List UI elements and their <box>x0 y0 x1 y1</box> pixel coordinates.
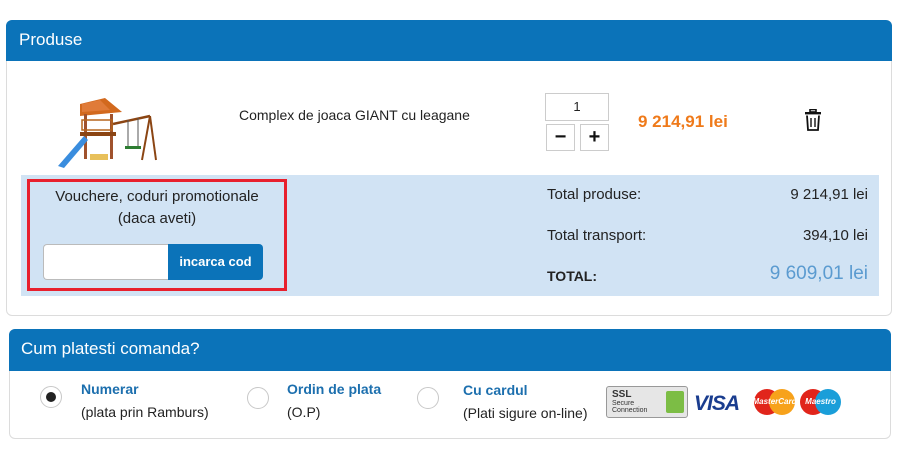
mastercard-label: MasterCard <box>752 397 797 406</box>
order-summary: Vouchere, coduri promotionale (daca avet… <box>21 175 879 296</box>
total-products-label: Total produse: <box>547 186 642 203</box>
visa-logo: VISA <box>694 392 740 415</box>
mastercard-logo: MasterCard <box>752 388 797 416</box>
voucher-section: Vouchere, coduri promotionale (daca avet… <box>27 179 287 291</box>
payment-radio-numerar[interactable] <box>40 386 62 408</box>
voucher-title: Vouchere, coduri promotionale (daca avet… <box>30 186 284 230</box>
total-transport-label: Total transport: <box>547 227 647 244</box>
payment-option-card-title[interactable]: Cu cardul <box>463 382 528 398</box>
load-code-button[interactable]: incarca cod <box>168 244 263 280</box>
products-header-title: Produse <box>19 30 83 49</box>
payment-option-ordin-subtitle: (O.P) <box>287 404 321 420</box>
products-header: Produse <box>6 20 892 61</box>
quantity-input[interactable]: 1 <box>545 93 609 121</box>
quantity-increase-button[interactable]: + <box>580 124 609 151</box>
products-panel: Produse Complex de joaca GIANT cu leagan… <box>6 20 892 316</box>
trash-icon[interactable] <box>804 109 822 131</box>
total-products-value: 9 214,91 lei <box>790 186 868 203</box>
payment-header-title: Cum platesti comanda? <box>21 339 200 358</box>
total-transport-value: 394,10 lei <box>802 227 868 244</box>
playground-set-image[interactable] <box>50 94 160 174</box>
voucher-title-line2: (daca aveti) <box>117 210 197 227</box>
payment-option-ordin-title[interactable]: Ordin de plata <box>287 381 381 397</box>
voucher-code-input[interactable] <box>43 244 168 280</box>
payment-radio-card[interactable] <box>417 387 439 409</box>
quantity-decrease-button[interactable]: − <box>546 124 575 151</box>
maestro-label: Maestro <box>805 397 836 406</box>
grand-total-label: TOTAL: <box>547 268 598 284</box>
payment-header: Cum platesti comanda? <box>9 329 891 371</box>
maestro-logo: Maestro <box>798 388 843 416</box>
voucher-title-line1: Vouchere, coduri promotionale <box>55 188 259 205</box>
payment-option-card-subtitle: (Plati sigure on-line) <box>463 405 588 421</box>
ssl-secure-badge: SSL Secure Connection <box>606 386 688 418</box>
payment-panel: Cum platesti comanda? Numerar (plata pri… <box>9 329 891 439</box>
product-price: 9 214,91 lei <box>638 112 728 131</box>
payment-option-numerar-title[interactable]: Numerar <box>81 381 139 397</box>
payment-option-numerar-subtitle: (plata prin Ramburs) <box>81 404 209 420</box>
product-name[interactable]: Complex de joaca GIANT cu leagane <box>239 107 470 123</box>
payment-radio-ordin-de-plata[interactable] <box>247 387 269 409</box>
lock-icon <box>666 391 684 413</box>
grand-total-value: 9 609,01 lei <box>769 263 868 284</box>
